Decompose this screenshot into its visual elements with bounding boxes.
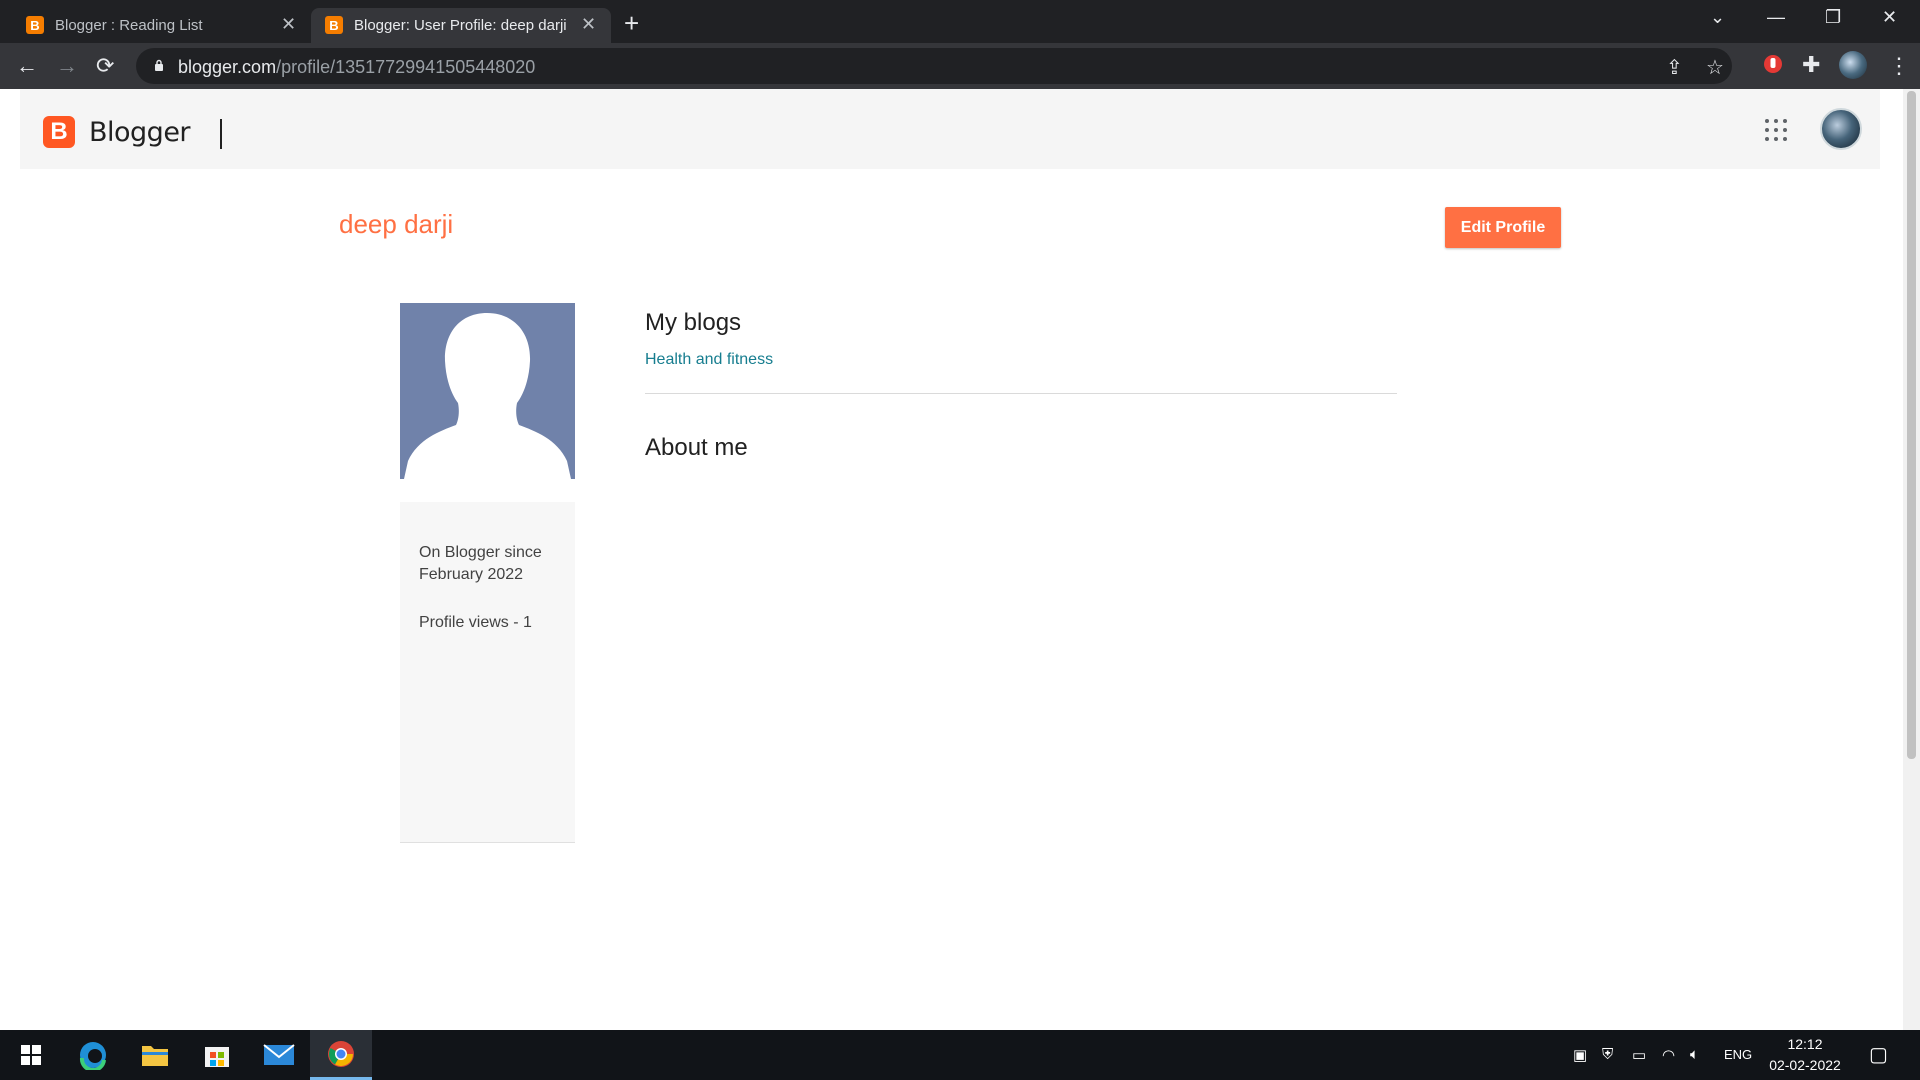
minimize-icon[interactable]: — [1767, 7, 1785, 28]
bookmark-star-icon[interactable]: ☆ [1706, 55, 1724, 80]
url-text: blogger.com/profile/13517729941505448020 [178, 57, 536, 77]
mail-icon [263, 1044, 295, 1065]
address-bar[interactable]: blogger.com/profile/13517729941505448020… [136, 48, 1732, 84]
brand-name[interactable]: Blogger [89, 117, 191, 148]
profile-name: deep darji [339, 209, 454, 239]
reload-icon[interactable]: ⟳ [96, 53, 114, 79]
battery-icon[interactable]: ▭ [1632, 1046, 1646, 1064]
my-blogs-heading: My blogs [645, 309, 742, 336]
blogger-logo-icon[interactable]: B [43, 116, 75, 148]
blog-link-health-fitness[interactable]: Health and fitness [645, 351, 773, 369]
chrome-icon [328, 1040, 354, 1067]
browser-toolbar: ← → ⟳ blogger.com/profile/13517729941505… [0, 43, 1920, 89]
tab-search-icon[interactable]: ⌄ [1710, 7, 1725, 28]
profile-avatar-icon[interactable] [1839, 51, 1867, 79]
taskbar-file-explorer[interactable] [124, 1030, 186, 1080]
volume-icon[interactable]: 🔈︎ [1690, 1046, 1699, 1063]
tab-title: Blogger: User Profile: deep darji [354, 17, 567, 34]
network-icon[interactable]: ◠ [1662, 1046, 1675, 1064]
meet-now-icon[interactable]: ▣ [1573, 1046, 1587, 1064]
restore-icon[interactable]: ❐ [1825, 7, 1841, 28]
member-since-date: February 2022 [419, 566, 524, 583]
blogger-favicon-icon: B [26, 16, 44, 34]
extension-hand-icon[interactable] [1763, 53, 1783, 75]
browser-tab-strip: B Blogger : Reading List ✕ B Blogger: Us… [0, 0, 1920, 43]
close-tab-icon[interactable]: ✕ [581, 14, 596, 35]
blogger-favicon-icon: B [325, 16, 343, 34]
close-tab-icon[interactable]: ✕ [281, 14, 296, 35]
system-clock[interactable]: 12:12 02-02-2022 [1760, 1034, 1850, 1076]
lock-icon[interactable] [154, 59, 164, 71]
page-viewport: B Blogger deep darji Edit Profile On Blo… [0, 89, 1920, 1030]
scrollbar-thumb[interactable] [1907, 91, 1916, 759]
back-icon[interactable]: ← [16, 53, 38, 79]
profile-views: Profile views - 1 [419, 614, 532, 631]
taskbar-mail[interactable] [248, 1030, 310, 1080]
tab-title: Blogger : Reading List [55, 17, 203, 34]
clock-time: 12:12 [1787, 1036, 1823, 1052]
windows-taskbar: ▣ ⛨ ▭ ◠ 🔈︎ ENG 12:12 02-02-2022 ▢ [0, 1030, 1920, 1080]
security-shield-icon[interactable]: ⛨ [1602, 1046, 1613, 1063]
about-me-heading: About me [645, 434, 748, 461]
blogger-header: B Blogger [20, 89, 1880, 169]
windows-logo-icon [21, 1045, 41, 1065]
start-button[interactable] [0, 1030, 62, 1080]
new-tab-icon[interactable]: + [624, 8, 639, 39]
menu-kebab-icon[interactable]: ⋮ [1888, 53, 1910, 79]
member-since-label: On Blogger since [419, 544, 542, 561]
edge-icon [79, 1042, 106, 1070]
google-apps-icon[interactable] [1765, 119, 1787, 141]
profile-photo [400, 303, 575, 479]
share-icon[interactable]: ⇪ [1666, 55, 1683, 80]
notifications-icon[interactable]: ▢ [1869, 1042, 1888, 1067]
taskbar-chrome[interactable] [310, 1030, 372, 1080]
extensions-puzzle-icon[interactable]: ✚ [1802, 52, 1820, 78]
close-window-icon[interactable]: ✕ [1882, 7, 1897, 28]
tab-reading-list[interactable]: B Blogger : Reading List ✕ [0, 8, 310, 43]
header-divider [220, 119, 222, 149]
edit-profile-button[interactable]: Edit Profile [1445, 207, 1561, 248]
page-scrollbar[interactable] [1903, 89, 1920, 1030]
default-avatar-silhouette-icon [404, 313, 571, 479]
taskbar-store[interactable] [186, 1030, 248, 1080]
tab-user-profile[interactable]: B Blogger: User Profile: deep darji ✕ [311, 8, 611, 43]
folder-icon [142, 1046, 168, 1066]
language-indicator[interactable]: ENG [1724, 1047, 1752, 1062]
forward-icon[interactable]: → [56, 53, 78, 79]
account-avatar[interactable] [1820, 108, 1862, 150]
section-divider [645, 393, 1397, 394]
taskbar-edge[interactable] [62, 1030, 124, 1080]
store-icon [205, 1047, 229, 1067]
profile-info-card: On Blogger since February 2022 Profile v… [400, 502, 575, 843]
clock-date: 02-02-2022 [1769, 1057, 1841, 1073]
